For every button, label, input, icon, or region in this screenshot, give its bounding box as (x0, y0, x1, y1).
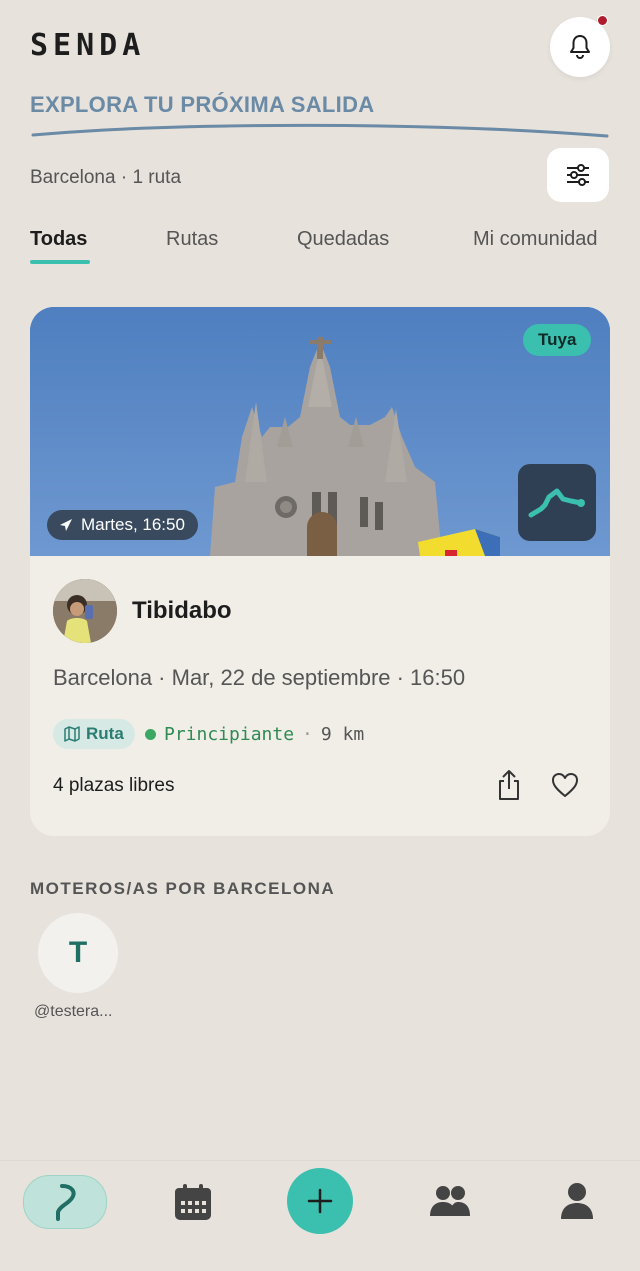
app-logo: SENDA (30, 28, 146, 63)
nav-calendar[interactable] (172, 1181, 214, 1223)
active-tab-indicator (30, 260, 90, 264)
community-user-avatar[interactable]: T (38, 913, 118, 993)
profile-icon (561, 1183, 593, 1219)
nav-home[interactable] (23, 1175, 107, 1229)
notification-dot (597, 15, 608, 26)
route-type-tag: Ruta (53, 719, 135, 749)
tagline-underline (31, 123, 609, 138)
category-tabs: Todas Rutas Quedadas Mi comunidad (30, 228, 610, 268)
time-pill: Martes, 16:50 (47, 510, 198, 540)
community-icon (430, 1186, 470, 1216)
route-type-label: Ruta (86, 724, 124, 743)
author-avatar[interactable] (53, 579, 117, 643)
route-level: Principiante · 9 km (145, 724, 364, 745)
nav-community[interactable] (428, 1181, 472, 1221)
favorite-button[interactable] (551, 772, 579, 798)
tab-todas[interactable]: Todas (30, 228, 87, 251)
filter-button[interactable] (547, 148, 609, 202)
navigation-arrow-icon (60, 519, 72, 531)
route-home-icon (56, 1184, 76, 1221)
route-map-thumbnail[interactable] (518, 464, 596, 541)
share-button[interactable] (496, 769, 522, 801)
route-map-icon (528, 488, 585, 517)
route-title: Tibidabo (132, 597, 232, 624)
level-dot (145, 729, 156, 740)
time-pill-label: Martes, 16:50 (81, 515, 185, 534)
plus-icon (307, 1188, 333, 1214)
route-meta: Barcelona · Mar, 22 de septiembre · 16:5… (53, 665, 466, 690)
share-icon (499, 770, 519, 800)
bell-icon (570, 35, 590, 59)
owner-badge: Tuya (523, 324, 592, 356)
location-summary: Barcelona · 1 ruta (30, 167, 182, 188)
community-section-title: MOTEROS/AS POR BARCELONA (30, 879, 336, 898)
route-distance: 9 km (320, 724, 365, 745)
level-label: Principiante (164, 724, 295, 745)
user-initial: T (68, 936, 88, 969)
route-cover-image: Tuya Martes, 16:50 (30, 307, 610, 556)
notifications-button[interactable] (550, 15, 610, 77)
community-user-handle[interactable]: @testera... (34, 1003, 113, 1021)
bottom-nav (0, 1160, 640, 1271)
route-card[interactable]: Tuya Martes, 16:50 Tibidabo Barcelona · … (30, 307, 610, 836)
level-separator: · (302, 724, 313, 745)
tab-mi-comunidad[interactable]: Mi comunidad (473, 228, 598, 251)
heart-icon (552, 773, 578, 797)
nav-profile[interactable] (556, 1179, 598, 1223)
calendar-icon (175, 1184, 211, 1220)
map-icon (64, 726, 80, 742)
tab-quedadas[interactable]: Quedadas (297, 228, 389, 251)
create-button[interactable] (287, 1168, 353, 1234)
tagline: EXPLORA TU PRÓXIMA SALIDA (30, 92, 375, 117)
avatar-photo (53, 579, 117, 643)
free-spots: 4 plazas libres (53, 775, 175, 796)
filter-icon (567, 164, 589, 186)
tab-rutas[interactable]: Rutas (166, 228, 218, 251)
